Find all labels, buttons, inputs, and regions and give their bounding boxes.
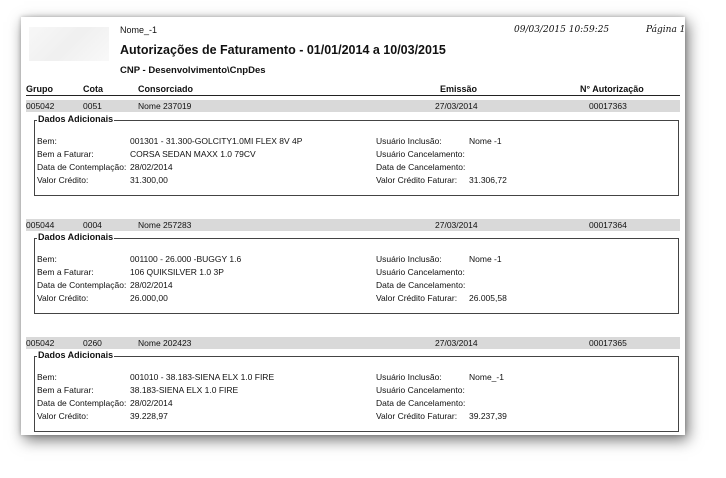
label-valor-credito: Valor Crédito: <box>37 175 89 185</box>
column-header-grupo: Grupo <box>26 84 53 94</box>
value-bem: 001010 - 38.183-SIENA ELX 1.0 FIRE <box>130 372 275 382</box>
value-data-contemplacao: 28/02/2014 <box>130 162 173 172</box>
report-title: Autorizações de Faturamento - 01/01/2014… <box>120 43 446 57</box>
value-valor-credito: 39.228,97 <box>130 411 168 421</box>
report-subtitle: CNP - Desenvolvimento\CnpDes <box>120 65 266 76</box>
value-data-contemplacao: 28/02/2014 <box>130 280 173 290</box>
column-header-consorciado: Consorciado <box>138 84 194 94</box>
column-header-autorizacao: N° Autorização <box>580 84 644 94</box>
report-page: Nome_-1 09/03/2015 10:59:25 Página 1 Aut… <box>21 17 685 435</box>
report-user: Nome_-1 <box>120 25 158 35</box>
label-valor-credito-faturar: Valor Crédito Faturar: <box>376 411 458 421</box>
label-data-cancelamento: Data de Cancelamento: <box>376 398 466 408</box>
header-divider <box>26 95 680 96</box>
additional-data-title: Dados Adicionais <box>37 232 115 242</box>
label-usuario-inclusao: Usuário Inclusão: <box>376 372 442 382</box>
additional-data-box: Dados Adicionais Bem: 001100 - 26.000 -B… <box>34 232 679 314</box>
label-data-contemplacao: Data de Contemplação: <box>37 280 127 290</box>
record-grupo: 005044 <box>26 220 55 230</box>
label-usuario-cancelamento: Usuário Cancelamento: <box>376 267 465 277</box>
value-usuario-inclusao: Nome -1 <box>469 136 502 146</box>
record-autorizacao: 00017364 <box>589 220 627 230</box>
page-number: Página 1 <box>646 25 685 35</box>
additional-data-title: Dados Adicionais <box>37 350 115 360</box>
record-cota: 0260 <box>83 338 102 348</box>
additional-data-box: Dados Adicionais Bem: 001010 - 38.183-SI… <box>34 350 679 432</box>
column-header-emissao: Emissão <box>440 84 478 94</box>
record-autorizacao: 00017365 <box>589 338 627 348</box>
label-valor-credito-faturar: Valor Crédito Faturar: <box>376 293 458 303</box>
label-bem-faturar: Bem a Faturar: <box>37 385 94 395</box>
record-emissao: 27/03/2014 <box>435 220 478 230</box>
label-valor-credito: Valor Crédito: <box>37 293 89 303</box>
value-valor-credito: 31.300,00 <box>130 175 168 185</box>
value-valor-credito-faturar: 31.306,72 <box>469 175 507 185</box>
label-bem: Bem: <box>37 254 57 264</box>
value-bem: 001100 - 26.000 -BUGGY 1.6 <box>130 254 242 264</box>
label-bem: Bem: <box>37 372 57 382</box>
value-usuario-inclusao: Nome_-1 <box>469 372 504 382</box>
label-usuario-inclusao: Usuário Inclusão: <box>376 254 442 264</box>
record-autorizacao: 00017363 <box>589 101 627 111</box>
label-usuario-cancelamento: Usuário Cancelamento: <box>376 149 465 159</box>
label-bem: Bem: <box>37 136 57 146</box>
label-data-cancelamento: Data de Cancelamento: <box>376 162 466 172</box>
value-data-contemplacao: 28/02/2014 <box>130 398 173 408</box>
record-emissao: 27/03/2014 <box>435 101 478 111</box>
record-emissao: 27/03/2014 <box>435 338 478 348</box>
record-consorciado: Nome 237019 <box>138 101 192 111</box>
label-bem-faturar: Bem a Faturar: <box>37 267 94 277</box>
label-valor-credito: Valor Crédito: <box>37 411 89 421</box>
label-usuario-cancelamento: Usuário Cancelamento: <box>376 385 465 395</box>
label-data-cancelamento: Data de Cancelamento: <box>376 280 466 290</box>
value-usuario-inclusao: Nome -1 <box>469 254 502 264</box>
record-row: 005044 0004 Nome 257283 27/03/2014 00017… <box>26 219 680 231</box>
additional-data-box: Dados Adicionais Bem: 001301 - 31.300-GO… <box>34 114 679 196</box>
record-consorciado: Nome 257283 <box>138 220 192 230</box>
additional-data-title: Dados Adicionais <box>37 114 115 124</box>
value-bem: 001301 - 31.300-GOLCITY1.0MI FLEX 8V 4P <box>130 136 303 146</box>
record-grupo: 005042 <box>26 338 55 348</box>
label-bem-faturar: Bem a Faturar: <box>37 149 94 159</box>
label-valor-credito-faturar: Valor Crédito Faturar: <box>376 175 458 185</box>
column-header-cota: Cota <box>83 84 103 94</box>
record-row: 005042 0051 Nome 237019 27/03/2014 00017… <box>26 100 680 112</box>
value-valor-credito-faturar: 39.237,39 <box>469 411 507 421</box>
label-usuario-inclusao: Usuário Inclusão: <box>376 136 442 146</box>
record-row: 005042 0260 Nome 202423 27/03/2014 00017… <box>26 337 680 349</box>
value-valor-credito-faturar: 26.005,58 <box>469 293 507 303</box>
label-data-contemplacao: Data de Contemplação: <box>37 398 127 408</box>
report-timestamp: 09/03/2015 10:59:25 <box>514 25 610 35</box>
record-grupo: 005042 <box>26 101 55 111</box>
record-consorciado: Nome 202423 <box>138 338 192 348</box>
value-valor-credito: 26.000,00 <box>130 293 168 303</box>
value-bem-faturar: 38.183-SIENA ELX 1.0 FIRE <box>130 385 239 395</box>
value-bem-faturar: CORSA SEDAN MAXX 1.0 79CV <box>130 149 256 159</box>
company-logo <box>29 27 109 61</box>
record-cota: 0004 <box>83 220 102 230</box>
record-cota: 0051 <box>83 101 102 111</box>
label-data-contemplacao: Data de Contemplação: <box>37 162 127 172</box>
value-bem-faturar: 106 QUIKSILVER 1.0 3P <box>130 267 224 277</box>
